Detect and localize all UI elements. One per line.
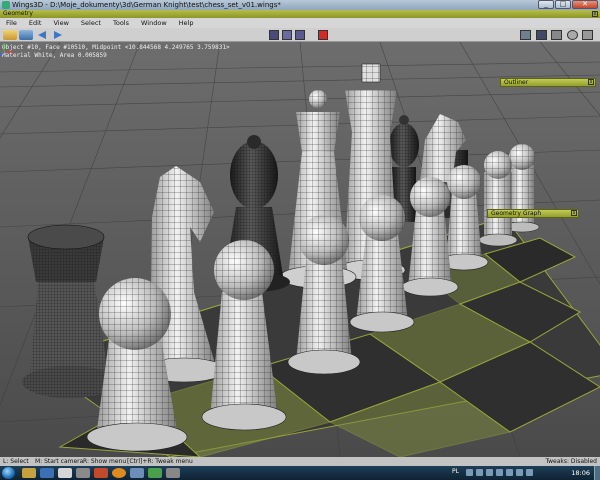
chess-scene	[0, 42, 600, 457]
menu-view[interactable]: View	[47, 19, 74, 27]
3d-viewport[interactable]: Object #10, Face #10510, Midpoint <10.84…	[0, 42, 600, 457]
language-indicator[interactable]: PL	[452, 468, 459, 475]
toolbar	[0, 28, 600, 42]
firefox-icon[interactable]	[112, 468, 126, 478]
status-l-select: L: Select	[3, 458, 29, 465]
wings3d-taskbar-icon[interactable]	[148, 468, 162, 478]
close-button[interactable]: ✕	[572, 0, 598, 9]
vertex-select-icon[interactable]	[269, 30, 279, 40]
minimize-button[interactable]: _	[538, 0, 554, 9]
camera-icon[interactable]	[582, 30, 593, 40]
menu-tools[interactable]: Tools	[107, 19, 135, 27]
face-select-icon[interactable]	[295, 30, 305, 40]
volume-icon[interactable]	[526, 469, 533, 476]
taskbar-app-icon-7[interactable]	[130, 468, 144, 478]
geometry-graph-panel[interactable]: Geometry Graph x	[487, 209, 579, 218]
taskbar-app-icon-9[interactable]	[166, 468, 180, 478]
taskbar-app-icon-3[interactable]	[58, 468, 72, 478]
tray-icon-1[interactable]	[466, 469, 473, 476]
axes-gizmo-icon	[0, 43, 13, 56]
maximize-button[interactable]: □	[555, 0, 571, 9]
grid-icon[interactable]	[520, 30, 531, 40]
ie-icon[interactable]	[40, 468, 54, 478]
geometry-graph-close-icon[interactable]: x	[571, 210, 577, 216]
status-tweaks: Tweaks: Disabled	[545, 458, 597, 465]
menu-file[interactable]: File	[0, 19, 23, 27]
outliner-title: Outliner	[504, 79, 529, 86]
perspective-icon[interactable]	[551, 30, 562, 40]
save-icon[interactable]	[19, 30, 33, 40]
taskbar-app-icon-4[interactable]	[76, 468, 90, 478]
start-button-icon[interactable]	[2, 467, 15, 479]
status-r-menu: R: Show menu	[83, 458, 127, 465]
tray-icon-3[interactable]	[486, 469, 493, 476]
geometry-graph-title: Geometry Graph	[491, 210, 542, 217]
tray-icon-5[interactable]	[506, 469, 513, 476]
network-icon[interactable]	[516, 469, 523, 476]
windows-taskbar: PL 18:06	[0, 466, 600, 480]
geometry-window-label: Geometry	[3, 10, 33, 17]
show-desktop-button[interactable]	[594, 466, 600, 480]
status-bar: L: Select M: Start camera R: Show menu […	[0, 457, 600, 466]
geometry-close-icon[interactable]: x	[592, 11, 598, 17]
redo-arrow-icon[interactable]	[51, 30, 64, 40]
title-bar: Wings3D - D:\Moje_dokumenty\3d\German Kn…	[0, 0, 600, 10]
status-ctrl-tweak: [Ctrl]+R: Tweak menu	[127, 458, 193, 465]
menu-edit[interactable]: Edit	[23, 19, 48, 27]
explorer-icon[interactable]	[22, 468, 36, 478]
body-select-icon[interactable]	[318, 30, 328, 40]
back-pawn-right-2	[478, 151, 518, 247]
selection-info-line: Object #10, Face #10510, Midpoint <10.84…	[2, 44, 230, 51]
wings3d-app-icon	[2, 1, 10, 9]
outliner-panel[interactable]: Outliner x	[500, 78, 596, 87]
clock[interactable]: 18:06	[571, 469, 590, 477]
cube-icon[interactable]	[536, 30, 547, 40]
window-controls: _ □ ✕	[538, 0, 598, 10]
lights-icon[interactable]	[567, 30, 578, 40]
edge-select-icon[interactable]	[282, 30, 292, 40]
material-info-line: Material White, Area 0.005859	[2, 52, 107, 59]
taskbar-app-icon-5[interactable]	[94, 468, 108, 478]
window-title: Wings3D - D:\Moje_dokumenty\3d\German Kn…	[12, 1, 281, 9]
tray-icon-2[interactable]	[476, 469, 483, 476]
tray-icon-4[interactable]	[496, 469, 503, 476]
status-m-camera: M: Start camera	[35, 458, 84, 465]
undo-arrow-icon[interactable]	[36, 30, 49, 40]
menu-select[interactable]: Select	[75, 19, 107, 27]
wings3d-window: Wings3D - D:\Moje_dokumenty\3d\German Kn…	[0, 0, 600, 480]
open-icon[interactable]	[3, 30, 17, 40]
geometry-window-bar[interactable]: Geometry x	[0, 10, 600, 18]
outliner-close-icon[interactable]: x	[588, 79, 594, 85]
menu-help[interactable]: Help	[173, 19, 200, 27]
menu-window[interactable]: Window	[135, 19, 173, 27]
menu-bar: File Edit View Select Tools Window Help	[0, 18, 600, 28]
